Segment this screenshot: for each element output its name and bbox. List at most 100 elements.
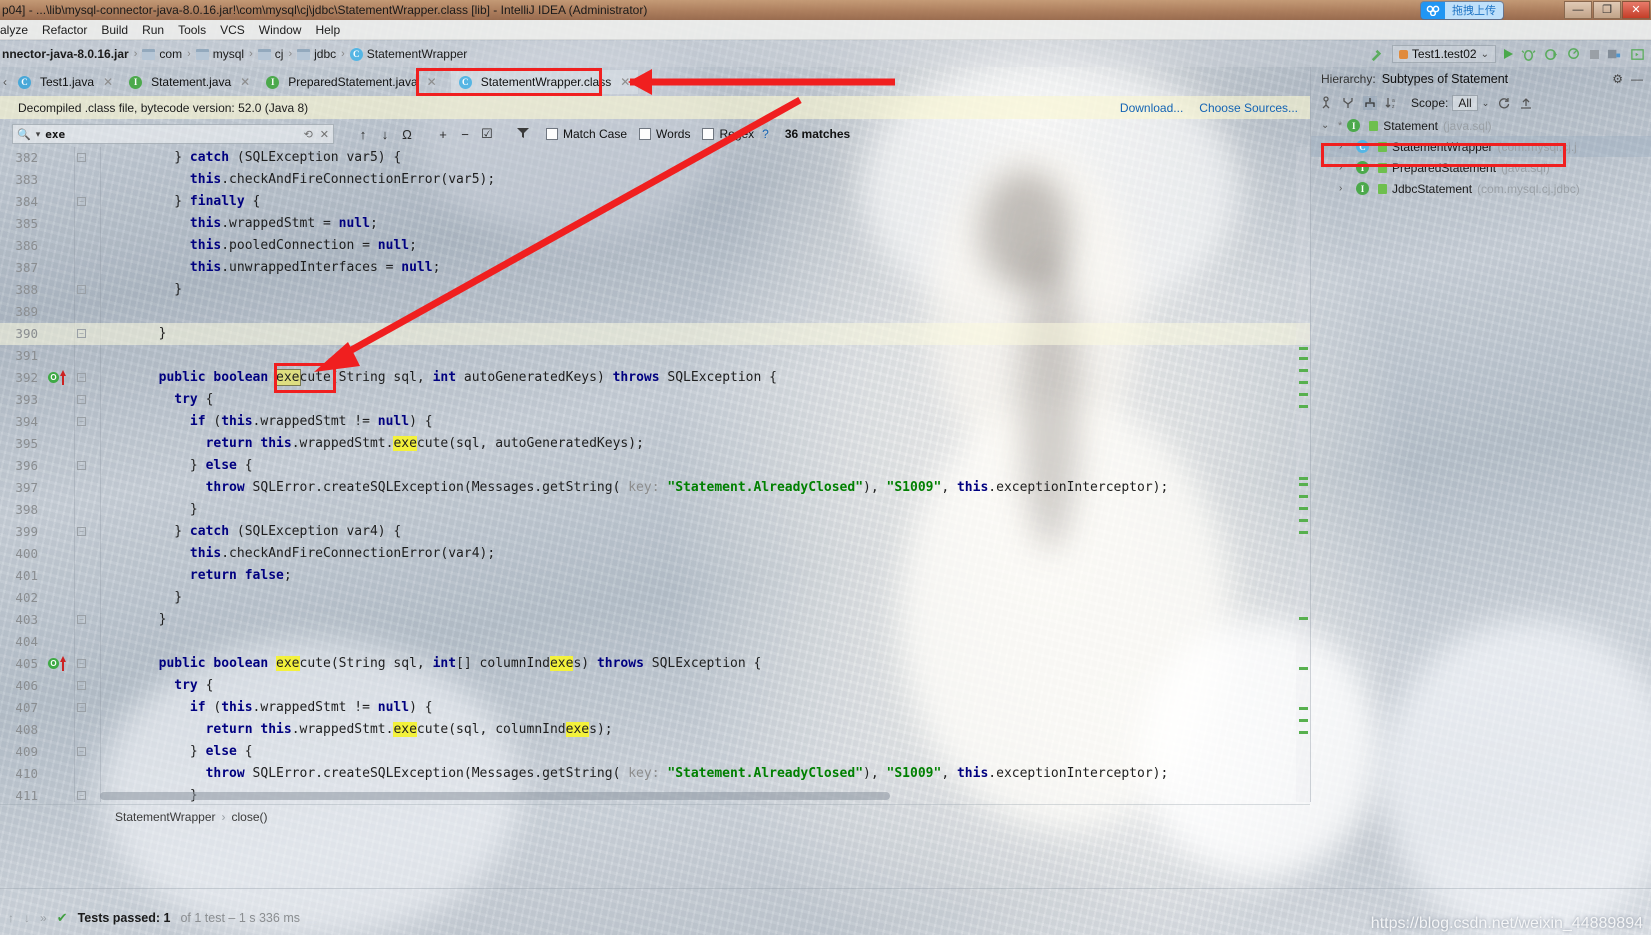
type-hierarchy-icon[interactable] [1319,96,1333,110]
fold-minus-icon[interactable]: − [77,153,86,162]
debug-button[interactable] [1521,47,1536,62]
code-line[interactable]: 392 O − public boolean execute(String sql,… [0,367,1310,389]
gutter-markers[interactable] [46,477,68,499]
search-match-marker[interactable] [1299,507,1308,510]
gutter-markers[interactable] [46,785,68,802]
netdisk-upload-label[interactable]: 拖拽上传 [1445,2,1503,19]
prev-test-icon[interactable]: ↑ [8,911,14,925]
chevron-down-icon[interactable]: ⌄ [1481,49,1489,60]
minimize-button[interactable]: — [1564,1,1592,19]
breadcrumb-cj[interactable]: cj [257,47,283,61]
chevron-down-icon[interactable]: ⌄ [1482,98,1490,109]
fold-gutter[interactable]: − [68,147,96,169]
fold-gutter[interactable]: − [68,741,96,763]
gutter-markers[interactable] [46,411,68,433]
select-all-occurrences-button[interactable]: ☑ [476,126,498,142]
search-match-marker[interactable] [1299,477,1308,480]
search-match-marker[interactable] [1299,667,1308,670]
fold-gutter[interactable] [68,543,96,565]
gutter-markers[interactable] [46,323,68,345]
refresh-icon[interactable] [1497,96,1511,110]
tab-preparedstatement-java[interactable]: I PreparedStatement.java ✕ [258,70,444,94]
menu-item-run[interactable]: Run [135,20,171,40]
gutter-markers[interactable] [46,301,68,323]
profile-button[interactable] [1567,47,1582,62]
code-line[interactable]: 394− if (this.wrappedStmt != null) { [0,411,1310,433]
fold-minus-icon[interactable]: − [77,395,86,404]
tree-twisty-icon[interactable]: ⌄ [1321,120,1333,131]
fold-minus-icon[interactable]: − [77,373,86,382]
fold-gutter[interactable] [68,587,96,609]
code-line[interactable]: 393− try { [0,389,1310,411]
gutter-markers[interactable] [46,763,68,785]
fold-minus-icon[interactable]: − [77,417,86,426]
gutter-markers[interactable] [46,433,68,455]
words-checkbox[interactable]: Words [639,127,690,141]
sort-alpha-icon[interactable]: az [1385,96,1399,110]
find-loop-button[interactable]: Ω [396,127,418,142]
gutter-markers[interactable] [46,213,68,235]
find-prev-button[interactable]: ↑ [352,127,374,142]
search-match-marker[interactable] [1299,719,1308,722]
tree-twisty-icon[interactable]: › [1339,183,1351,194]
fold-gutter[interactable]: − [68,323,96,345]
fold-minus-icon[interactable]: − [77,659,86,668]
search-match-marker[interactable] [1299,731,1308,734]
hierarchy-tree[interactable]: ⌄ * I Statement (java.sql) › C StatementWrappe… [1311,115,1651,199]
fold-minus-icon[interactable]: − [77,703,86,712]
gutter-markers[interactable] [46,147,68,169]
code-line[interactable]: 408 return this.wrappedStmt.execute(sql,… [0,719,1310,741]
remove-selection-button[interactable]: − [454,127,476,142]
search-match-marker[interactable] [1299,393,1308,396]
export-icon[interactable] [1519,96,1533,110]
tabs-scroll-left-icon[interactable]: ‹ [0,70,10,94]
code-line[interactable]: 398 } [0,499,1310,521]
gutter-markers[interactable] [46,719,68,741]
fold-gutter[interactable] [68,719,96,741]
gutter-markers[interactable] [46,631,68,653]
fold-gutter[interactable]: − [68,653,96,675]
fold-gutter[interactable]: − [68,411,96,433]
regex-help-link[interactable]: ? [762,127,769,141]
breadcrumb-method[interactable]: close() [232,810,268,824]
fold-gutter[interactable]: − [68,191,96,213]
build-hammer-icon[interactable] [1369,47,1384,62]
search-match-marker[interactable] [1299,495,1308,498]
gutter-markers[interactable] [46,169,68,191]
fold-gutter[interactable] [68,631,96,653]
breadcrumb-class[interactable]: StatementWrapper [115,810,216,824]
hierarchy-node-statementwrapper[interactable]: › C StatementWrapper (com.mysql.cj.j [1311,136,1651,157]
filter-icon[interactable] [512,126,534,143]
fold-gutter[interactable]: − [68,609,96,631]
gear-icon[interactable]: ⚙ [1612,72,1623,86]
breadcrumb-mysql[interactable]: mysql [195,47,244,61]
tab-statementwrapper-class[interactable]: C StatementWrapper.class ✕ [450,70,639,94]
close-button[interactable]: ✕ [1622,1,1650,19]
find-next-button[interactable]: ↓ [374,127,396,142]
regex-checkbox[interactable]: Regex [702,127,754,141]
fold-gutter[interactable] [68,301,96,323]
implementing-method-icon[interactable] [60,370,66,385]
checkbox-box[interactable] [702,128,715,140]
add-selection-button[interactable]: + [432,127,454,142]
code-line[interactable]: 402 } [0,587,1310,609]
expand-icon[interactable]: » [40,911,47,925]
gutter-markers[interactable] [46,675,68,697]
fold-gutter[interactable] [68,235,96,257]
fold-minus-icon[interactable]: − [77,197,86,206]
supertypes-icon[interactable] [1341,96,1355,110]
fold-gutter[interactable] [68,499,96,521]
fold-gutter[interactable] [68,565,96,587]
search-clear-icon[interactable]: ✕ [320,128,329,141]
fold-minus-icon[interactable]: − [77,681,86,690]
tab-statement-java[interactable]: I Statement.java ✕ [121,70,258,94]
search-match-marker[interactable] [1299,347,1308,350]
search-input[interactable]: 🔍 ▾ exe ⟲ ✕ [12,124,334,144]
code-line[interactable]: 406− try { [0,675,1310,697]
search-history-caret-icon[interactable]: ▾ [36,129,41,140]
gutter-markers[interactable]: O [46,653,68,675]
search-match-marker[interactable] [1299,381,1308,384]
scope-value[interactable]: All [1452,95,1478,111]
tab-close-icon[interactable]: ✕ [620,75,630,89]
gutter-markers[interactable] [46,455,68,477]
